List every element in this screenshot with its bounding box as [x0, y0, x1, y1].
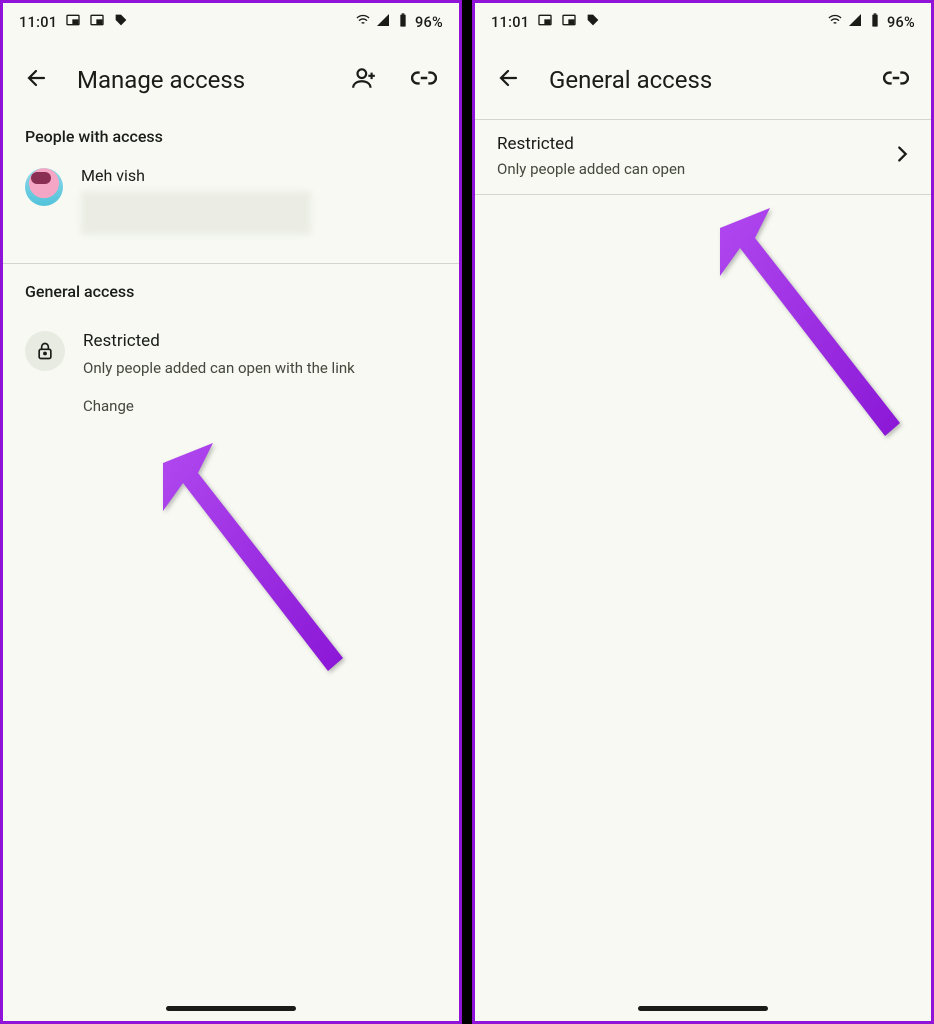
back-button[interactable]	[19, 60, 55, 100]
change-link[interactable]: Change	[83, 397, 134, 415]
annotation-arrow	[143, 423, 363, 687]
signal-icon	[847, 12, 863, 32]
wifi-icon	[355, 12, 371, 32]
general-access-row[interactable]: Restricted Only people added can open wi…	[3, 315, 459, 423]
page-title: General access	[549, 66, 712, 94]
app-bar: General access	[475, 35, 931, 119]
battery-percent: 96%	[415, 14, 443, 31]
option-subtitle: Only people added can open	[497, 160, 891, 178]
status-bar: 11:01 96%	[3, 3, 459, 35]
tag-icon	[585, 12, 601, 32]
signal-icon	[375, 12, 391, 32]
add-person-button[interactable]	[345, 59, 383, 101]
chevron-right-icon	[891, 143, 913, 169]
nav-handle[interactable]	[166, 1006, 296, 1011]
app-bar: Manage access	[3, 35, 459, 119]
access-subtitle: Only people added can open with the link	[83, 359, 437, 377]
battery-icon	[395, 12, 411, 32]
pip-icon-1	[537, 12, 553, 32]
people-section-header: People with access	[3, 119, 459, 160]
general-access-header: General access	[3, 264, 459, 315]
wifi-icon	[827, 12, 843, 32]
status-time: 11:01	[491, 14, 529, 31]
pip-icon-1	[65, 12, 81, 32]
page-title: Manage access	[77, 66, 245, 94]
status-bar: 11:01 96%	[475, 3, 931, 35]
tag-icon	[113, 12, 129, 32]
nav-handle[interactable]	[638, 1006, 768, 1011]
link-button[interactable]	[877, 59, 915, 101]
link-button[interactable]	[405, 59, 443, 101]
divider	[475, 194, 931, 195]
status-time: 11:01	[19, 14, 57, 31]
pip-icon-2	[89, 12, 105, 32]
person-email-redacted	[81, 191, 311, 235]
battery-icon	[867, 12, 883, 32]
option-title: Restricted	[497, 134, 891, 154]
battery-percent: 96%	[887, 14, 915, 31]
access-title: Restricted	[83, 331, 437, 351]
person-row[interactable]: Meh vish	[3, 160, 459, 263]
person-name: Meh vish	[81, 162, 437, 185]
screen-general-access: 11:01 96% General access Restricted Only…	[472, 0, 934, 1024]
access-option-row[interactable]: Restricted Only people added can open	[475, 120, 931, 194]
annotation-arrow	[700, 188, 920, 452]
pip-icon-2	[561, 12, 577, 32]
lock-icon	[25, 331, 65, 371]
screen-manage-access: 11:01 96% Manage access People with acce…	[0, 0, 462, 1024]
avatar	[25, 168, 63, 206]
back-button[interactable]	[491, 60, 527, 100]
